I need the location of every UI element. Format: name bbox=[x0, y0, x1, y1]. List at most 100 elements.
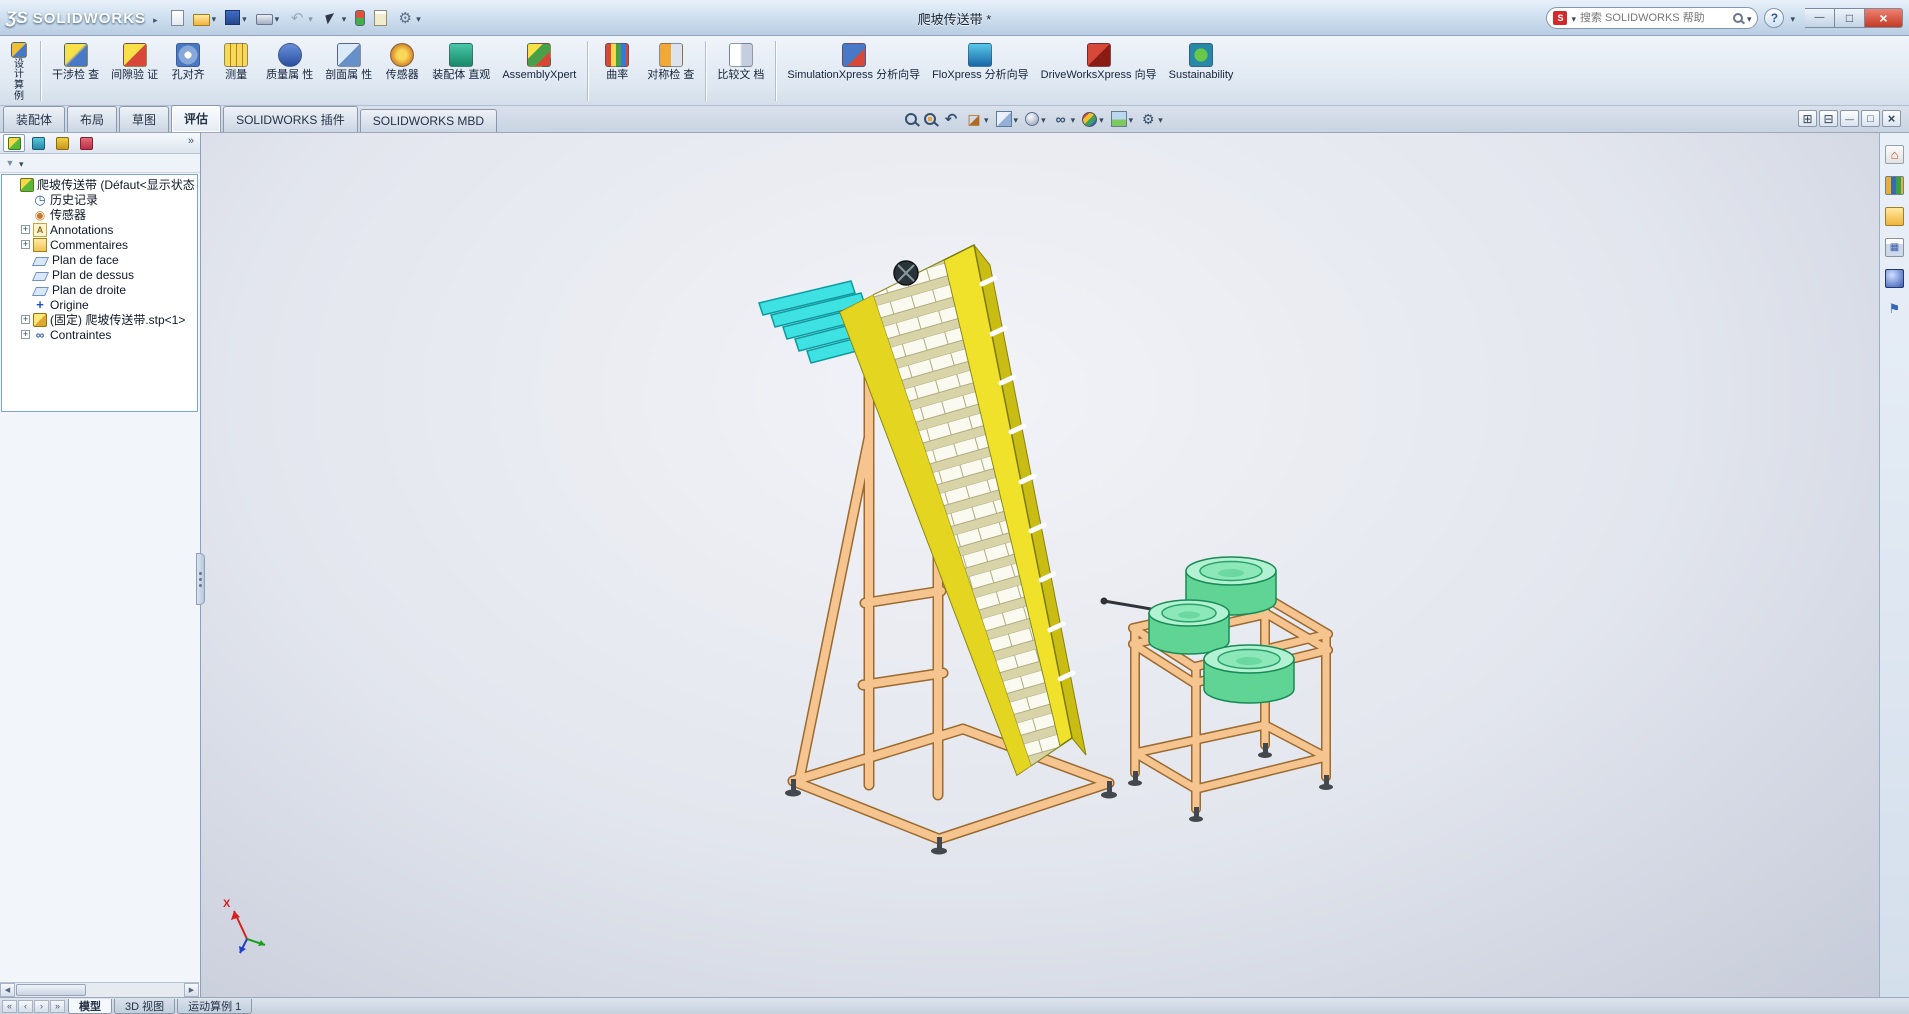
filter-caret-icon[interactable] bbox=[19, 156, 24, 170]
search-scope-caret-icon[interactable] bbox=[1571, 11, 1576, 25]
tree-item-comments[interactable]: + Commentaires bbox=[2, 237, 197, 252]
graphics-viewport[interactable]: X bbox=[201, 133, 1879, 997]
tab-scroll-first-icon[interactable]: « bbox=[2, 999, 17, 1013]
doc-close-button[interactable] bbox=[1882, 110, 1901, 127]
scrollbar-track[interactable] bbox=[87, 983, 184, 997]
file-properties-button[interactable] bbox=[371, 5, 390, 31]
assembly-visualization-button[interactable]: 装配体 直观 bbox=[427, 39, 495, 103]
apply-scene-button[interactable] bbox=[1109, 108, 1136, 130]
expand-box[interactable]: + bbox=[21, 240, 30, 249]
select-button[interactable] bbox=[319, 5, 350, 31]
tree-item-annotations[interactable]: + Annotations bbox=[2, 222, 197, 237]
tree-item-mates[interactable]: + Contraintes bbox=[2, 327, 197, 342]
search-options-caret-icon[interactable] bbox=[1747, 11, 1752, 25]
conveyor-assembly[interactable] bbox=[839, 243, 1087, 777]
tree-item-history[interactable]: 历史记录 bbox=[2, 192, 197, 207]
tree-item-right-plane[interactable]: Plan de droite bbox=[2, 282, 197, 297]
dropdown-caret-icon[interactable] bbox=[342, 11, 347, 25]
close-button[interactable] bbox=[1865, 7, 1903, 28]
dropdown-caret-icon[interactable] bbox=[1158, 112, 1163, 126]
mass-properties-button[interactable]: 质量属 性 bbox=[261, 39, 318, 103]
tree-item-front-plane[interactable]: Plan de face bbox=[2, 252, 197, 267]
dropdown-caret-icon[interactable] bbox=[212, 11, 217, 25]
tab-scroll-prev-icon[interactable]: ‹ bbox=[18, 999, 33, 1013]
scrollbar-thumb[interactable] bbox=[16, 984, 86, 996]
search-icon[interactable] bbox=[1732, 12, 1743, 23]
curvature-button[interactable]: 曲率 bbox=[594, 39, 640, 103]
measure-button[interactable]: 测量 bbox=[213, 39, 259, 103]
dropdown-caret-icon[interactable] bbox=[1129, 112, 1134, 126]
maximize-button[interactable] bbox=[1835, 7, 1865, 28]
scroll-left-arrow-icon[interactable]: ◀ bbox=[0, 983, 15, 997]
tree-item-part[interactable]: + (固定) 爬坡传送带.stp<1> bbox=[2, 312, 197, 327]
viewport-layout-button[interactable] bbox=[1798, 110, 1817, 127]
dropdown-caret-icon[interactable] bbox=[416, 11, 421, 25]
expand-box[interactable]: + bbox=[21, 315, 30, 324]
solidworks-logo[interactable]: ƷS SOLIDWORKS ▸ bbox=[6, 8, 158, 28]
new-button[interactable] bbox=[168, 5, 187, 31]
hole-alignment-button[interactable]: 孔对齐 bbox=[165, 39, 211, 103]
help-button[interactable] bbox=[1764, 7, 1785, 28]
help-search-input[interactable] bbox=[1580, 11, 1729, 24]
motion-study-tab[interactable]: 运动算例 1 bbox=[177, 998, 253, 1014]
taskpane-resources-button[interactable] bbox=[1884, 143, 1906, 165]
taskpane-custom-properties-button[interactable] bbox=[1884, 298, 1906, 320]
rebuild-button[interactable] bbox=[352, 5, 368, 31]
tab-solidworks-addins[interactable]: SOLIDWORKS 插件 bbox=[223, 106, 358, 132]
3d-model-canvas[interactable]: X bbox=[201, 133, 1879, 997]
view-orientation-button[interactable] bbox=[994, 108, 1021, 130]
minimize-button[interactable] bbox=[1805, 7, 1835, 28]
driveworksxpress-button[interactable]: DriveWorksXpress 向导 bbox=[1036, 39, 1162, 103]
dropdown-caret-icon[interactable] bbox=[1071, 112, 1076, 126]
dropdown-caret-icon[interactable] bbox=[1014, 112, 1019, 126]
clearance-verification-button[interactable]: 间隙验 证 bbox=[106, 39, 163, 103]
tree-item-root[interactable]: 爬坡传送带 (Défaut<显示状态 bbox=[2, 177, 197, 192]
viewport-split-button[interactable] bbox=[1819, 110, 1838, 127]
expand-box[interactable] bbox=[21, 195, 30, 204]
doc-restore-button[interactable] bbox=[1861, 110, 1880, 127]
zoom-area-button[interactable] bbox=[922, 108, 938, 130]
edit-appearance-button[interactable] bbox=[1080, 108, 1106, 130]
3d-views-tab[interactable]: 3D 视图 bbox=[114, 998, 176, 1014]
featuremanager-tab[interactable] bbox=[3, 134, 25, 152]
open-button[interactable] bbox=[190, 5, 220, 31]
simulationxpress-button[interactable]: SimulationXpress 分析向导 bbox=[782, 39, 925, 103]
taskpane-appearances-button[interactable] bbox=[1884, 267, 1906, 289]
expand-box[interactable]: + bbox=[21, 330, 30, 339]
dropdown-caret-icon[interactable] bbox=[984, 112, 989, 126]
tree-item-top-plane[interactable]: Plan de dessus bbox=[2, 267, 197, 282]
tab-evaluate[interactable]: 评估 bbox=[171, 105, 222, 132]
floxpress-button[interactable]: FloXpress 分析向导 bbox=[927, 39, 1034, 103]
tab-solidworks-mbd[interactable]: SOLIDWORKS MBD bbox=[359, 109, 498, 132]
dropdown-caret-icon[interactable] bbox=[308, 11, 313, 25]
save-button[interactable] bbox=[222, 5, 250, 31]
tab-scroll-last-icon[interactable]: » bbox=[50, 999, 65, 1013]
tree-item-sensors[interactable]: 传感器 bbox=[2, 207, 197, 222]
expand-box[interactable] bbox=[21, 255, 30, 264]
expand-box[interactable] bbox=[21, 300, 30, 309]
sensor-button[interactable]: 传感器 bbox=[379, 39, 425, 103]
zoom-fit-button[interactable] bbox=[903, 108, 919, 130]
tab-layout[interactable]: 布局 bbox=[67, 106, 118, 132]
section-properties-button[interactable]: 剖面属 性 bbox=[320, 39, 377, 103]
dropdown-caret-icon[interactable] bbox=[275, 11, 280, 25]
tab-scroll-next-icon[interactable]: › bbox=[34, 999, 49, 1013]
tree-item-origin[interactable]: Origine bbox=[2, 297, 197, 312]
tree-panel-splitter[interactable] bbox=[196, 553, 205, 605]
tab-assembly[interactable]: 装配体 bbox=[3, 106, 66, 132]
assemblyxpert-button[interactable]: AssemblyXpert bbox=[497, 39, 581, 103]
help-caret-icon[interactable] bbox=[1790, 11, 1795, 25]
options-button[interactable] bbox=[393, 5, 424, 31]
previous-view-button[interactable] bbox=[941, 108, 961, 130]
scroll-right-arrow-icon[interactable]: ▶ bbox=[184, 983, 199, 997]
expand-box[interactable] bbox=[21, 285, 30, 294]
taskpane-design-library-button[interactable] bbox=[1884, 174, 1906, 196]
configurationmanager-tab[interactable] bbox=[51, 134, 73, 152]
taskpane-file-explorer-button[interactable] bbox=[1884, 205, 1906, 227]
dimxpertmanager-tab[interactable] bbox=[75, 134, 97, 152]
model-tab[interactable]: 模型 bbox=[68, 998, 112, 1014]
section-view-button[interactable] bbox=[964, 108, 991, 130]
taskpane-view-palette-button[interactable] bbox=[1884, 236, 1906, 258]
tree-horizontal-scrollbar[interactable]: ◀ ▶ bbox=[0, 982, 199, 997]
print-button[interactable] bbox=[253, 5, 283, 31]
